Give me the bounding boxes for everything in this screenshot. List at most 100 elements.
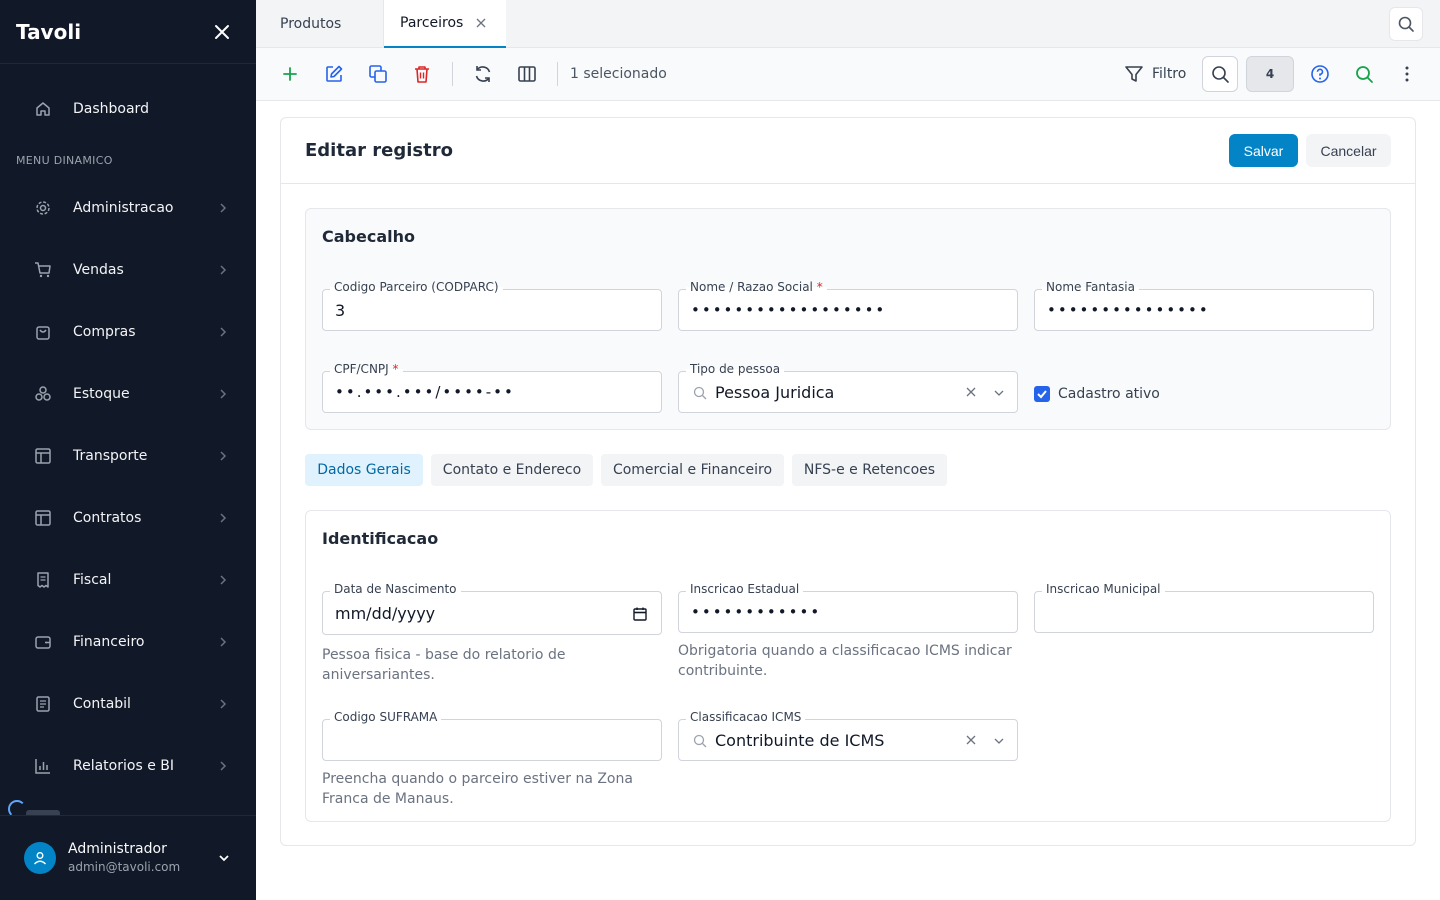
sidebar-section-label: MENU DINAMICO [16, 154, 113, 167]
tipo-pessoa-select[interactable]: Pessoa Juridica [678, 371, 1018, 413]
toolbar: 1 selecionado Filtro 4 [256, 48, 1440, 101]
tab-parceiros[interactable]: Parceiros [384, 0, 506, 48]
sidebar-item-compras[interactable]: Compras [0, 312, 256, 352]
checkbox-checked[interactable] [1034, 386, 1050, 402]
tab-comercial-financeiro[interactable]: Comercial e Financeiro [601, 454, 784, 486]
field-label: Inscricao Municipal [1042, 582, 1165, 596]
save-button[interactable]: Salvar [1229, 134, 1298, 167]
sidebar-divider [0, 63, 256, 64]
sidebar-item-vendas[interactable]: Vendas [0, 250, 256, 290]
field-label: Nome Fantasia [1042, 280, 1139, 294]
sidebar-item-label: Relatorios e BI [73, 758, 174, 774]
sidebar-item-administracao[interactable]: Administracao [0, 188, 256, 228]
tab-contato-endereco[interactable]: Contato e Endereco [431, 454, 593, 486]
codigo-suframa-input[interactable] [322, 719, 662, 761]
user-menu[interactable]: Administrador admin@tavoli.com [0, 830, 256, 886]
cart-icon [35, 262, 51, 278]
chevron-down-icon[interactable] [993, 387, 1005, 399]
home-icon [36, 102, 50, 116]
delete-button[interactable] [411, 63, 433, 85]
search-icon [693, 734, 707, 748]
cadastro-ativo-checkbox[interactable]: Cadastro ativo [1034, 386, 1160, 402]
add-button[interactable] [279, 63, 301, 85]
classificacao-icms-select[interactable]: Contribuinte de ICMS [678, 719, 1018, 761]
more-options-button[interactable] [1396, 63, 1418, 85]
nome-fantasia-input[interactable]: ••••••••••••••• [1034, 289, 1374, 331]
chevron-right-icon [220, 327, 227, 337]
cancel-button[interactable]: Cancelar [1306, 134, 1391, 167]
field-label: Data de Nascimento [330, 582, 461, 596]
chevron-right-icon [220, 389, 227, 399]
edit-button[interactable] [323, 63, 345, 85]
record-count-badge[interactable]: 4 [1246, 56, 1294, 92]
close-sidebar-icon[interactable] [212, 22, 232, 42]
calendar-icon[interactable] [632, 606, 648, 622]
checkbox-label: Cadastro ativo [1058, 386, 1160, 402]
select-value: Contribuinte de ICMS [715, 731, 885, 750]
required-marker: * [392, 362, 399, 376]
chevron-right-icon [220, 203, 227, 213]
layout-icon [35, 510, 51, 526]
inscricao-municipal-input[interactable] [1034, 591, 1374, 633]
tab-nfse-retencoes[interactable]: NFS-e e Retencoes [792, 454, 947, 486]
chevron-down-icon[interactable] [993, 735, 1005, 747]
sidebar-item-relatorios-bi[interactable]: Relatorios e BI [0, 746, 256, 786]
inscricao-estadual-input[interactable]: •••••••••••• [678, 591, 1018, 633]
sidebar: Tavoli Dashboard MENU DINAMICO Administr… [0, 0, 256, 900]
chevron-right-icon [220, 513, 227, 523]
advanced-search-button[interactable] [1353, 63, 1375, 85]
sidebar-item-estoque[interactable]: Estoque [0, 374, 256, 414]
wallet-icon [35, 636, 51, 649]
tab-label: Parceiros [400, 15, 464, 31]
field-label: Tipo de pessoa [686, 362, 785, 376]
tab-produtos[interactable]: Produtos [256, 0, 384, 48]
select-value: Pessoa Juridica [715, 383, 835, 402]
columns-button[interactable] [516, 63, 538, 85]
sidebar-item-contratos[interactable]: Contratos [0, 498, 256, 538]
sidebar-item-label: Vendas [73, 262, 124, 278]
chevron-right-icon [220, 451, 227, 461]
tab-dados-gerais[interactable]: Dados Gerais [305, 454, 423, 486]
chevron-right-icon [220, 265, 227, 275]
chevron-right-icon [220, 699, 227, 709]
tab-label: Produtos [280, 16, 342, 32]
search-button[interactable] [1202, 56, 1238, 92]
field-label: Codigo SUFRAMA [330, 710, 442, 724]
toolbar-separator [452, 62, 453, 86]
codparc-input[interactable]: 3 [322, 289, 662, 331]
refresh-button[interactable] [472, 63, 494, 85]
sidebar-item-dashboard[interactable]: Dashboard [0, 89, 256, 129]
more-vertical-icon [1405, 66, 1409, 82]
close-tab-icon[interactable] [476, 18, 486, 28]
clear-icon[interactable] [965, 734, 977, 746]
sidebar-item-fiscal[interactable]: Fiscal [0, 560, 256, 600]
sidebar-item-contabil[interactable]: Contabil [0, 684, 256, 724]
duplicate-button[interactable] [367, 63, 389, 85]
layout-icon [35, 448, 51, 464]
sidebar-item-transporte[interactable]: Transporte [0, 436, 256, 476]
identificacao-section: Identificacao mm/dd/yyyy Data de Nascime… [305, 510, 1391, 822]
clear-icon[interactable] [965, 386, 977, 398]
sidebar-item-financeiro[interactable]: Financeiro [0, 622, 256, 662]
data-nascimento-input[interactable]: mm/dd/yyyy [322, 591, 662, 635]
global-search-button[interactable] [1389, 7, 1423, 41]
nome-razao-input[interactable]: •••••••••••••••••• [678, 289, 1018, 331]
chevron-right-icon [220, 637, 227, 647]
section-title: Cabecalho [322, 227, 415, 246]
section-title: Identificacao [322, 529, 439, 548]
field-label: Inscricao Estadual [686, 582, 804, 596]
check-icon [1037, 390, 1047, 399]
brand-logo: Tavoli [16, 20, 82, 44]
copy-icon [369, 65, 387, 83]
toolbar-separator [557, 62, 558, 86]
book-icon [36, 696, 50, 712]
help-button[interactable] [1309, 63, 1331, 85]
bag-icon [36, 326, 50, 340]
filter-button[interactable]: Filtro [1124, 62, 1186, 86]
gear-icon [36, 201, 50, 215]
cpf-cnpj-input[interactable]: ••.•••.•••/••••-•• [322, 371, 662, 413]
search-icon [693, 386, 707, 400]
sidebar-item-label: Administracao [73, 200, 174, 216]
sidebar-item-label: Compras [73, 324, 136, 340]
sidebar-item-label: Fiscal [73, 572, 112, 588]
